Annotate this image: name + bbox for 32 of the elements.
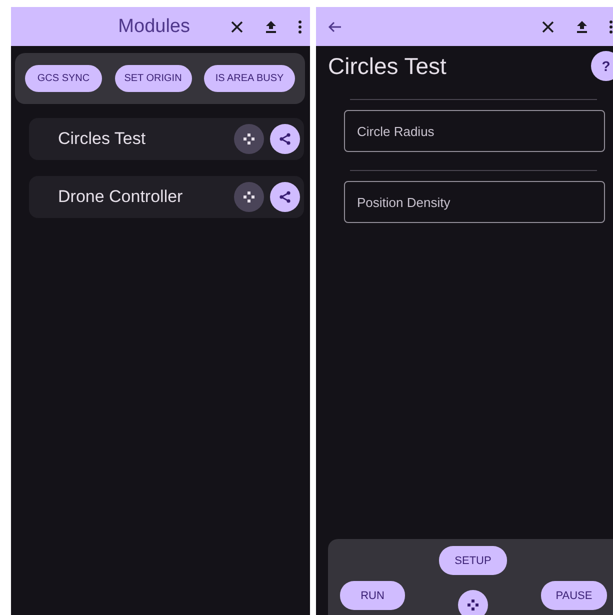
controller-button[interactable] (458, 590, 488, 615)
module-name: Circles Test (58, 129, 147, 149)
share-button[interactable] (270, 182, 300, 212)
upload-icon[interactable] (264, 20, 278, 34)
module-row[interactable]: Drone Controller (29, 176, 304, 218)
pause-button[interactable]: PAUSE (541, 581, 607, 610)
upload-icon[interactable] (575, 20, 589, 34)
action-button[interactable]: GCS SYNC (25, 65, 102, 92)
module-row[interactable]: Circles Test (29, 118, 304, 160)
controller-button[interactable] (234, 182, 264, 212)
menu-icon[interactable] (609, 20, 613, 34)
menu-icon[interactable] (298, 20, 302, 34)
share-icon (279, 133, 291, 145)
dpad-icon (243, 191, 255, 203)
app-bar-title: Modules (118, 16, 190, 38)
setup-button[interactable]: SETUP (439, 546, 507, 575)
action-button[interactable]: SET ORIGIN (114, 65, 192, 92)
run-button[interactable]: RUN (340, 581, 405, 610)
share-button[interactable] (270, 124, 300, 154)
action-button[interactable]: IS AREA BUSY (204, 65, 295, 92)
page-title: Circles Test (328, 52, 446, 80)
close-icon[interactable] (541, 20, 555, 34)
module-name: Drone Controller (58, 187, 184, 207)
share-icon (279, 191, 291, 203)
input-field[interactable]: Position Density (344, 181, 605, 223)
dpad-icon (243, 133, 255, 145)
help-button[interactable]: ? (591, 51, 613, 81)
back-arrow-icon[interactable] (328, 20, 342, 34)
input-field[interactable]: Circle Radius (344, 110, 605, 152)
controller-button[interactable] (234, 124, 264, 154)
dpad-icon (467, 599, 479, 611)
close-icon[interactable] (230, 20, 244, 34)
